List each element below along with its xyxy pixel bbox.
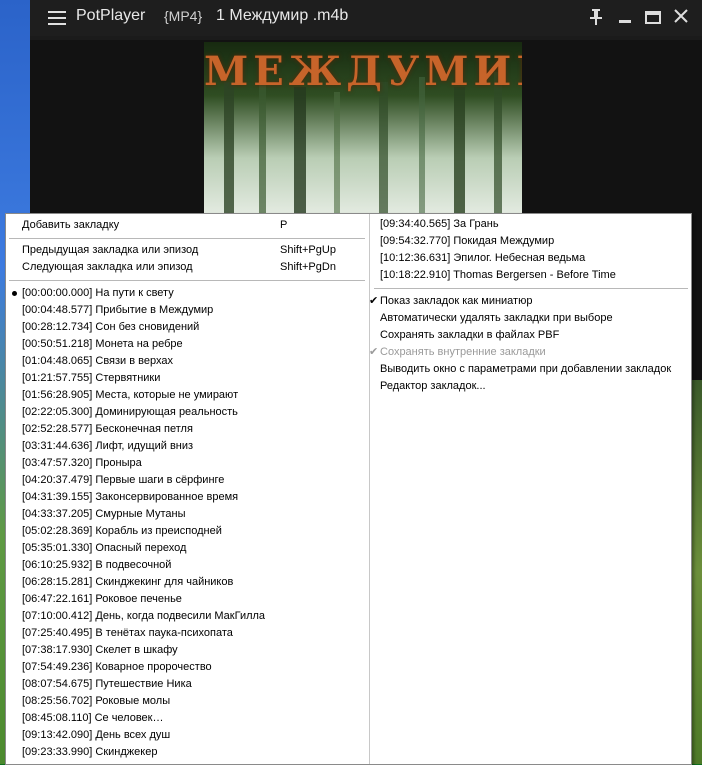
chapter-item[interactable]: [01:04:48.065] Связи в верхах <box>22 353 173 370</box>
chapter-item[interactable]: [09:34:40.565] За Грань <box>380 216 499 233</box>
chapter-item[interactable]: [09:23:33.990] Скинджекер <box>22 744 157 761</box>
chapter-item[interactable]: [09:54:32.770] Покидая Междумир <box>380 233 554 250</box>
chapter-item[interactable]: [03:47:57.320] Проныра <box>22 455 142 472</box>
chapter-item[interactable]: [01:56:28.905] Места, которые не умирают <box>22 387 238 404</box>
add-bookmark-label: Добавить закладку <box>22 219 120 231</box>
title-bar[interactable]: PotPlayer {MP4} 1 Междумир .m4b <box>30 0 702 36</box>
menu-separator <box>9 238 365 239</box>
chapter-item[interactable]: [00:04:48.577] Прибытие в Междумир <box>22 302 213 319</box>
option-item[interactable]: Сохранять закладки в файлах PBF <box>380 327 559 344</box>
chapter-item[interactable]: [06:10:25.932] В подвесочной <box>22 557 171 574</box>
chapter-item[interactable]: [08:45:08.110] Се человек… <box>22 710 164 727</box>
menu-separator <box>9 280 365 281</box>
option-item[interactable]: Выводить окно с параметрами при добавлен… <box>380 361 671 378</box>
chapter-item[interactable]: [07:10:00.412] День, когда подвесили Мак… <box>22 608 265 625</box>
option-item[interactable]: Редактор закладок... <box>380 378 486 395</box>
next-bookmark-label: Следующая закладка или эпизод <box>22 261 193 273</box>
cover-title: МЕЖДУМИР <box>204 48 522 95</box>
chapter-item[interactable]: [07:38:17.930] Скелет в шкафу <box>22 642 178 659</box>
chapter-item[interactable]: [08:25:56.702] Роковые молы <box>22 693 170 710</box>
chapter-item[interactable]: [00:28:12.734] Сон без сновидений <box>22 319 199 336</box>
chapter-item[interactable]: [00:00:00.000] На пути к свету <box>22 285 174 302</box>
chapter-item[interactable]: [06:47:22.161] Роковое печенье <box>22 591 182 608</box>
checkmark-icon: ✔ <box>369 346 379 358</box>
option-item[interactable]: Показ закладок как миниатюр <box>380 293 532 310</box>
prev-bookmark-item[interactable]: Предыдущая закладка или эпизод Shift+PgU… <box>22 242 362 259</box>
current-chapter-bullet-icon <box>12 291 17 296</box>
chapter-item[interactable]: [05:35:01.330] Опасный переход <box>22 540 186 557</box>
album-cover: МЕЖДУМИР <box>204 42 522 220</box>
chapter-item[interactable]: [03:31:44.636] Лифт, идущий вниз <box>22 438 193 455</box>
chapter-item[interactable]: [02:22:05.300] Доминирующая реальность <box>22 404 238 421</box>
chapter-item[interactable]: [04:20:37.479] Первые шаги в сёрфинге <box>22 472 224 489</box>
pin-icon[interactable] <box>585 6 607 28</box>
next-bookmark-item[interactable]: Следующая закладка или эпизод Shift+PgDn <box>22 259 362 276</box>
prev-bookmark-label: Предыдущая закладка или эпизод <box>22 244 199 256</box>
chapter-item[interactable]: [05:02:28.369] Корабль из преисподней <box>22 523 222 540</box>
add-bookmark-item[interactable]: Добавить закладку P <box>22 217 362 234</box>
chapter-item[interactable]: [07:54:49.236] Коварное пророчество <box>22 659 212 676</box>
chapter-item[interactable]: [04:31:39.155] Законсервированное время <box>22 489 238 506</box>
maximize-icon[interactable] <box>642 6 664 28</box>
chapter-item[interactable]: [07:25:40.495] В тенётах паука-психопата <box>22 625 233 642</box>
chapter-item[interactable]: [04:33:37.205] Смурные Мутаны <box>22 506 185 523</box>
hamburger-menu-icon[interactable] <box>48 10 66 26</box>
option-item[interactable]: Автоматически удалять закладки при выбор… <box>380 310 613 327</box>
menu-separator <box>374 288 688 289</box>
prev-bookmark-shortcut: Shift+PgUp <box>280 244 336 256</box>
option-item: Сохранять внутренние закладки <box>380 346 546 358</box>
chapter-item[interactable]: [00:50:51.218] Монета на ребре <box>22 336 183 353</box>
next-bookmark-shortcut: Shift+PgDn <box>280 261 336 273</box>
chapter-item[interactable]: [02:52:28.577] Бесконечная петля <box>22 421 193 438</box>
menu-column-left: Добавить закладку P Предыдущая закладка … <box>6 214 369 764</box>
format-tag: {MP4} <box>164 8 203 24</box>
checkmark-icon: ✔ <box>369 295 379 307</box>
chapter-item[interactable]: [08:07:54.675] Путешествие Ника <box>22 676 192 693</box>
app-name: PotPlayer <box>76 7 146 24</box>
menu-column-right: [09:34:40.565] За Грань [09:54:32.770] По… <box>369 214 692 764</box>
chapter-item[interactable]: [06:28:15.281] Скинджекинг для чайников <box>22 574 233 591</box>
chapter-item[interactable]: [10:18:22.910] Thomas Bergersen - Before… <box>380 267 616 284</box>
chapter-item[interactable]: [10:12:36.631] Эпилог. Небесная ведьма <box>380 250 585 267</box>
minimize-icon[interactable] <box>614 6 636 28</box>
chapter-item[interactable]: [01:21:57.755] Стервятники <box>22 370 160 387</box>
close-icon[interactable] <box>670 6 692 28</box>
add-bookmark-shortcut: P <box>280 219 288 231</box>
chapter-item[interactable]: [09:13:42.090] День всех душ <box>22 727 170 744</box>
bookmarks-context-menu: Добавить закладку P Предыдущая закладка … <box>5 213 692 765</box>
file-name: 1 Междумир .m4b <box>216 7 349 24</box>
